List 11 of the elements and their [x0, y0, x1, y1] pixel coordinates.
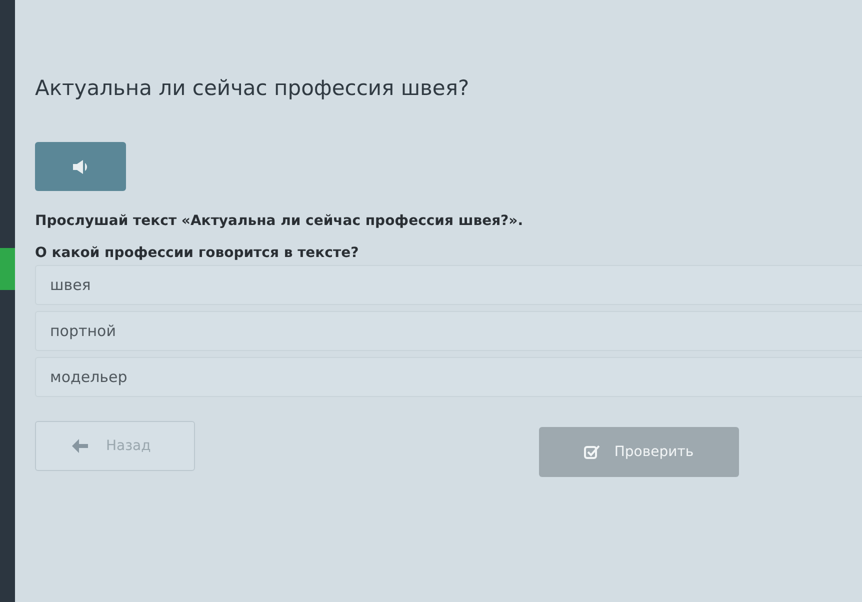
instruction-text: Прослушай текст «Актуальна ли сейчас профессия швея?». — [35, 213, 524, 229]
speaker-icon — [72, 158, 90, 174]
progress-marker — [0, 248, 15, 290]
question-title: Актуальна ли сейчас профессия швея? — [35, 76, 470, 100]
checkbox-icon — [584, 444, 600, 460]
arrow-left-icon — [72, 439, 88, 453]
answer-option[interactable]: швея — [35, 265, 862, 305]
answer-option[interactable]: портной — [35, 311, 862, 351]
instruction-text: О какой профессии говорится в тексте? — [35, 245, 360, 261]
play-audio-button[interactable] — [35, 142, 126, 191]
answer-option[interactable]: модельер — [35, 357, 862, 397]
